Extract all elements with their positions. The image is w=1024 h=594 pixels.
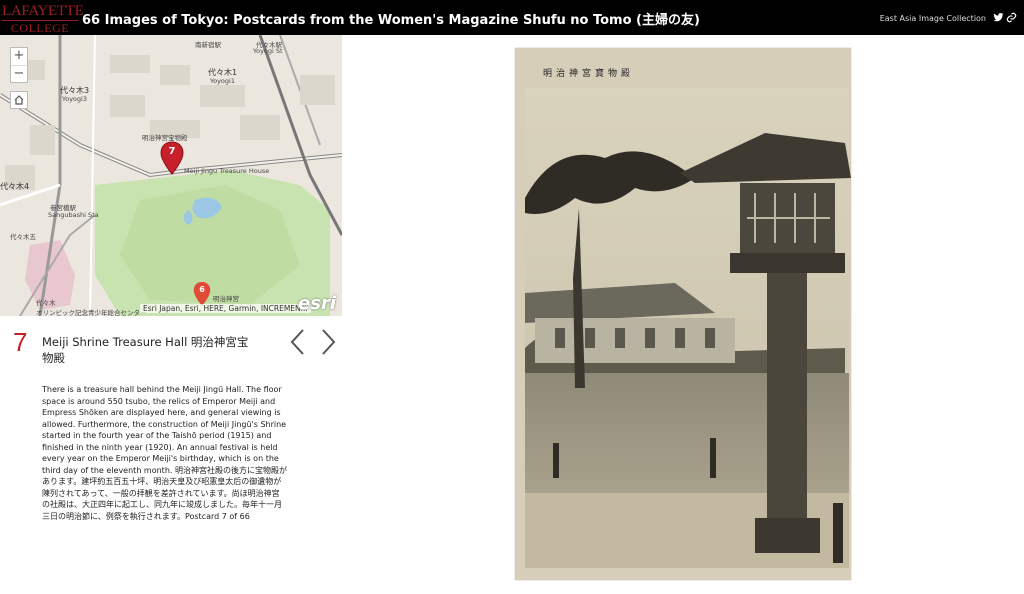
logo-line1: LAFAYETTE: [2, 3, 84, 19]
collection-link[interactable]: East Asia Image Collection: [880, 14, 986, 23]
map-label-yoyogi4: 代々木4: [0, 182, 30, 191]
next-button[interactable]: [318, 328, 338, 356]
postcard: 明治神宮寶物殿: [515, 48, 851, 580]
map-label-yoyogi-bottom: 代々木: [36, 299, 56, 307]
map-label-yoyogi5: 代々木五: [10, 233, 36, 241]
map-label-shinsando: 南新宿駅: [195, 41, 221, 49]
esri-logo: esri: [298, 293, 336, 314]
map-marker-7[interactable]: 7: [160, 141, 184, 179]
link-icon[interactable]: [1006, 12, 1017, 23]
map-label-yoyogi-en: Yoyogi St: [253, 47, 283, 55]
zoom-out-button[interactable]: −: [11, 65, 27, 82]
twitter-icon[interactable]: [993, 12, 1004, 23]
map-label-treasure-en: Meiji Jingu Treasure House: [184, 167, 270, 175]
chevron-left-icon: [290, 329, 304, 355]
item-number: 7: [13, 327, 28, 357]
postcard-caption: 明治神宮寶物殿: [543, 68, 635, 78]
previous-button[interactable]: [288, 328, 308, 356]
map-attribution[interactable]: Esri Japan, Esri, HERE, Garmin, INCREMEN…: [140, 304, 311, 313]
lafayette-logo[interactable]: LAFAYETTE COLLEGE: [2, 2, 84, 34]
marker-6-label: 6: [199, 285, 205, 294]
home-button[interactable]: [10, 91, 28, 109]
top-header: LAFAYETTE COLLEGE 66 Images of Tokyo: Po…: [0, 0, 1024, 35]
map-view[interactable]: 南新宿駅 代々木駅 Yoyogi St 代々木1 Yoyogi1 代々木3 Yo…: [0, 35, 342, 316]
logo-line2: COLLEGE: [2, 20, 78, 34]
zoom-controls: + −: [10, 47, 28, 83]
item-description: There is a treasure hall behind the Meij…: [42, 385, 287, 521]
map-label-olympic: オリンピック記念青少年総合センター: [36, 309, 147, 316]
page-title: 66 Images of Tokyo: Postcards from the W…: [82, 13, 700, 28]
chevron-right-icon: [322, 329, 336, 355]
postcard-image: 明治神宮寶物殿: [505, 40, 865, 590]
map-label-yoyogi1-en: Yoyogi1: [210, 77, 235, 85]
home-icon: [14, 95, 24, 105]
postcard-photo: [515, 48, 851, 580]
marker-7-label: 7: [168, 146, 176, 157]
map-label-shrine: 明治神宮: [213, 295, 239, 303]
map-label-sangubashi-en: Sangubashi Sta: [48, 211, 99, 219]
item-title: Meiji Shrine Treasure Hall 明治神宮宝物殿: [42, 335, 249, 365]
map-label-yoyogi3-en: Yoyogi3: [62, 95, 87, 103]
zoom-in-button[interactable]: +: [11, 48, 27, 65]
